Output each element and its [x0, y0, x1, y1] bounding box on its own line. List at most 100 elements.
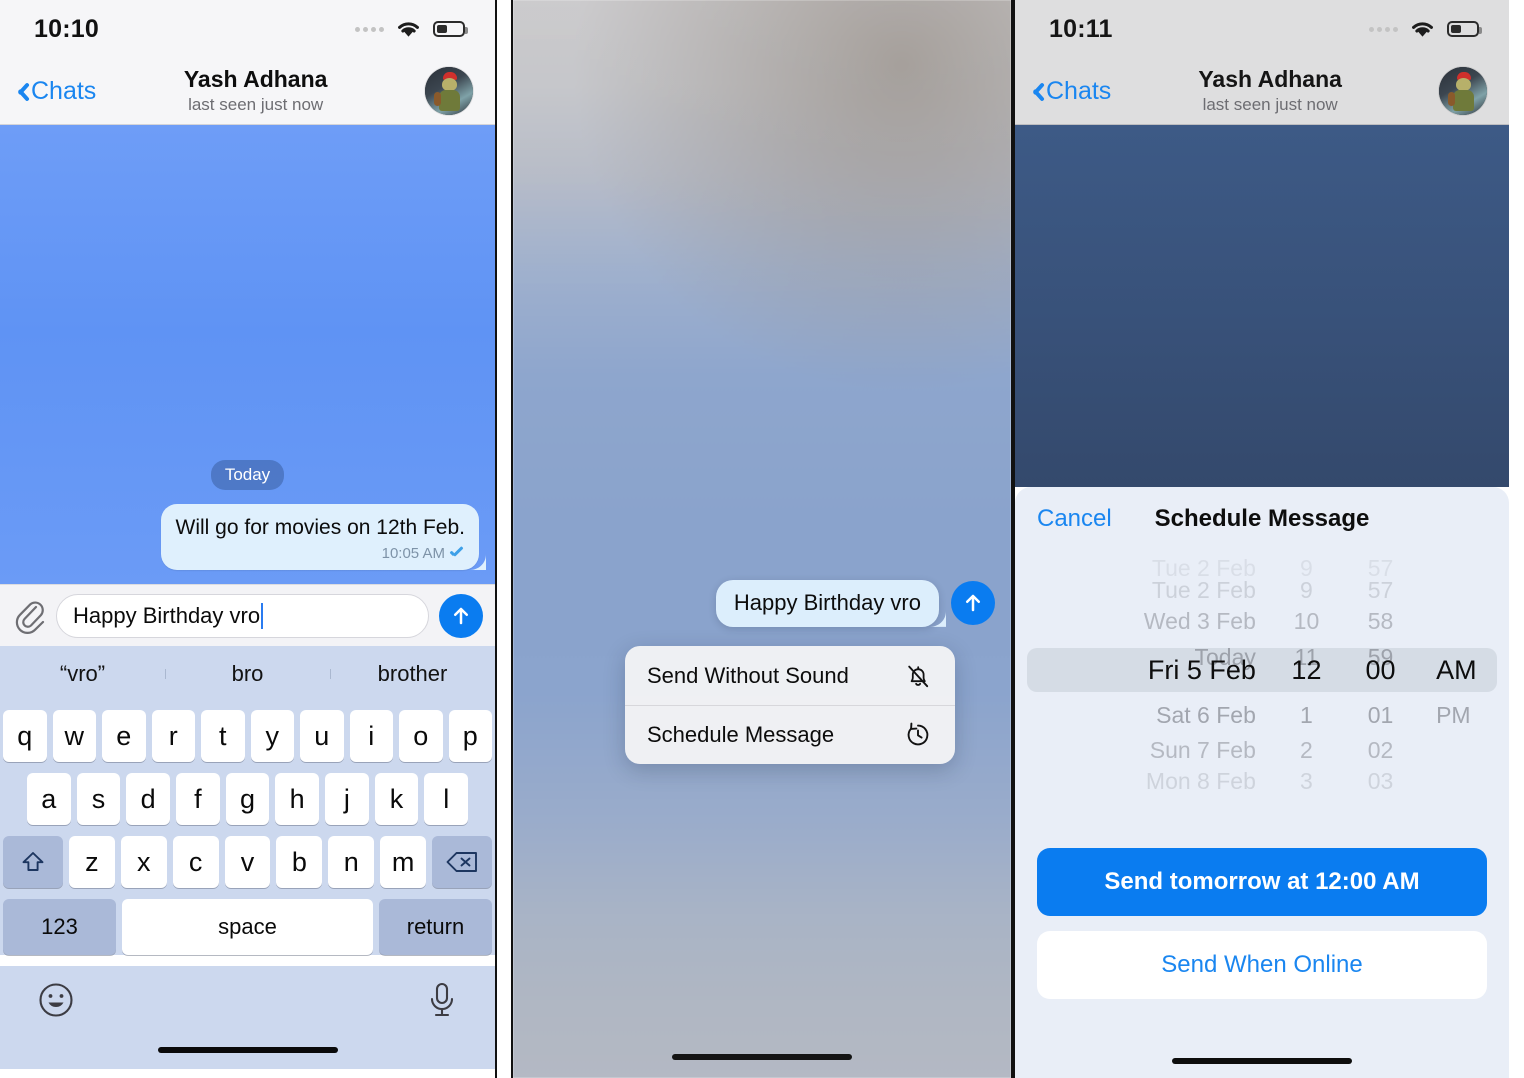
picker-meridiem-selected: AM [1436, 654, 1477, 685]
menu-item-label: Send Without Sound [647, 662, 849, 688]
key-a[interactable]: a [26, 773, 71, 825]
key-q[interactable]: q [3, 710, 47, 762]
contact-info[interactable]: Yash Adhana last seen just now [86, 66, 425, 115]
send-options-context-menu: Send Without Sound Schedule Message [625, 646, 955, 764]
pending-message-bubble[interactable]: Happy Birthday vro [715, 580, 939, 627]
read-check-icon [449, 548, 465, 559]
message-input[interactable]: Happy Birthday vro [56, 593, 429, 638]
key-e[interactable]: e [102, 710, 146, 762]
key-b[interactable]: b [276, 836, 323, 888]
key-c[interactable]: c [172, 836, 219, 888]
suggestion-1[interactable]: bro [165, 661, 330, 687]
menu-item-label: Schedule Message [647, 722, 835, 747]
key-g[interactable]: g [225, 773, 270, 825]
emoji-smiley-icon[interactable] [36, 980, 76, 1020]
key-r[interactable]: r [151, 710, 195, 762]
status-time: 10:11 [1049, 14, 1113, 43]
numbers-key[interactable]: 123 [3, 899, 116, 955]
key-l[interactable]: l [424, 773, 469, 825]
picker-minute: 03 [1367, 767, 1394, 794]
key-i[interactable]: i [349, 710, 393, 762]
nav-bar: Chats Yash Adhana last seen just now [0, 58, 495, 125]
panel-gap [497, 0, 511, 1078]
backspace-delete-icon [445, 849, 479, 875]
day-separator: Today [210, 460, 285, 491]
key-t[interactable]: t [201, 710, 245, 762]
paperclip-icon[interactable] [12, 598, 46, 634]
key-w[interactable]: w [52, 710, 96, 762]
key-s[interactable]: s [76, 773, 121, 825]
suggestion-0[interactable]: “vro” [0, 661, 165, 687]
keyboard-bottom-bar [0, 966, 495, 1069]
key-h[interactable]: h [275, 773, 320, 825]
message-meta: 10:05 AM [176, 545, 465, 562]
microphone-icon[interactable] [425, 980, 459, 1022]
cancel-button[interactable]: Cancel [1037, 505, 1112, 533]
sheet-header: Cancel Schedule Message [1015, 487, 1509, 551]
key-d[interactable]: d [126, 773, 170, 825]
picker-minute: 57 [1367, 576, 1394, 603]
contact-info[interactable]: Yash Adhana last seen just now [1101, 66, 1439, 115]
signal-dots-icon [1369, 26, 1398, 32]
picker-date: Mon 8 Feb [1145, 767, 1256, 794]
picker-row[interactable]: Wed 3 Feb 10 58 [1015, 601, 1509, 641]
keyboard-row-1: q w e r t y u i o p [3, 710, 492, 762]
picker-wheels[interactable]: Tue 2 Feb 9 57 Tue 2 Feb 9 57 Wed 3 Feb … [1015, 555, 1509, 794]
send-button[interactable] [439, 593, 483, 638]
clock-arrow-icon [907, 722, 929, 746]
key-v[interactable]: v [224, 836, 271, 888]
key-o[interactable]: o [399, 710, 443, 762]
bell-slash-icon [908, 665, 929, 687]
menu-item-schedule-message[interactable]: Schedule Message [625, 705, 955, 764]
pending-message-text: Happy Birthday vro [733, 590, 921, 615]
key-k[interactable]: k [374, 773, 419, 825]
menu-item-send-without-sound[interactable]: Send Without Sound [625, 646, 955, 705]
outgoing-message-bubble[interactable]: Will go for movies on 12th Feb. 10:05 AM [160, 504, 479, 570]
return-key[interactable]: return [379, 899, 492, 955]
send-tomorrow-button[interactable]: Send tomorrow at 12:00 AM [1037, 848, 1487, 916]
datetime-picker[interactable]: Tue 2 Feb 9 57 Tue 2 Feb 9 57 Wed 3 Feb … [1015, 555, 1509, 794]
wifi-icon [1412, 22, 1433, 37]
picker-row[interactable]: Sat 6 Feb 1 01 PM [1015, 695, 1509, 735]
avatar[interactable] [425, 67, 473, 115]
key-j[interactable]: j [325, 773, 369, 825]
message-text: Will go for movies on 12th Feb. [175, 516, 465, 540]
shift-key[interactable] [3, 836, 63, 888]
nav-bar: Chats Yash Adhana last seen just now [1015, 58, 1509, 125]
key-u[interactable]: u [300, 710, 344, 762]
suggestion-2[interactable]: brother [330, 661, 495, 687]
send-arrow-up-icon [453, 607, 469, 624]
picker-row[interactable]: Mon 8 Feb 3 03 [1015, 761, 1509, 801]
key-n[interactable]: n [328, 836, 375, 888]
backspace-key[interactable] [432, 836, 493, 888]
picker-row-selected[interactable]: Fri 5 Feb 12 00 AM [1015, 650, 1509, 690]
key-f[interactable]: f [176, 773, 220, 825]
panel-chat-compose: 10:10 Chats Yash Adhana last seen just n… [0, 0, 497, 1078]
key-y[interactable]: y [250, 710, 294, 762]
picker-hour: 1 [1300, 701, 1313, 728]
send-button[interactable] [951, 581, 995, 626]
sheet-action-buttons: Send tomorrow at 12:00 AM Send When Onli… [1037, 848, 1487, 999]
avatar[interactable] [1439, 67, 1487, 115]
status-indicators [1369, 19, 1482, 39]
back-to-chats-button[interactable]: Chats [12, 77, 96, 106]
key-m[interactable]: m [380, 836, 427, 888]
contact-status: last seen just now [188, 94, 324, 114]
key-x[interactable]: x [120, 836, 167, 888]
send-when-online-button[interactable]: Send When Online [1037, 931, 1487, 999]
picker-minute: 58 [1367, 607, 1394, 634]
keyboard-row-4: 123 space return [3, 899, 492, 955]
focused-message-row: Happy Birthday vro [513, 580, 1011, 627]
picker-minute: 02 [1367, 736, 1394, 763]
home-indicator[interactable] [672, 1054, 852, 1060]
back-to-chats-button[interactable]: Chats [1027, 77, 1111, 106]
home-indicator[interactable] [157, 1047, 338, 1053]
key-z[interactable]: z [69, 836, 115, 888]
key-p[interactable]: p [448, 710, 492, 762]
picker-date: Sat 6 Feb [1156, 701, 1256, 728]
battery-icon [1447, 21, 1482, 37]
signal-dots-icon [355, 26, 384, 32]
three-panel-screenshot: 10:10 Chats Yash Adhana last seen just n… [0, 0, 1524, 1078]
space-key[interactable]: space [122, 899, 373, 955]
home-indicator[interactable] [1172, 1058, 1352, 1064]
